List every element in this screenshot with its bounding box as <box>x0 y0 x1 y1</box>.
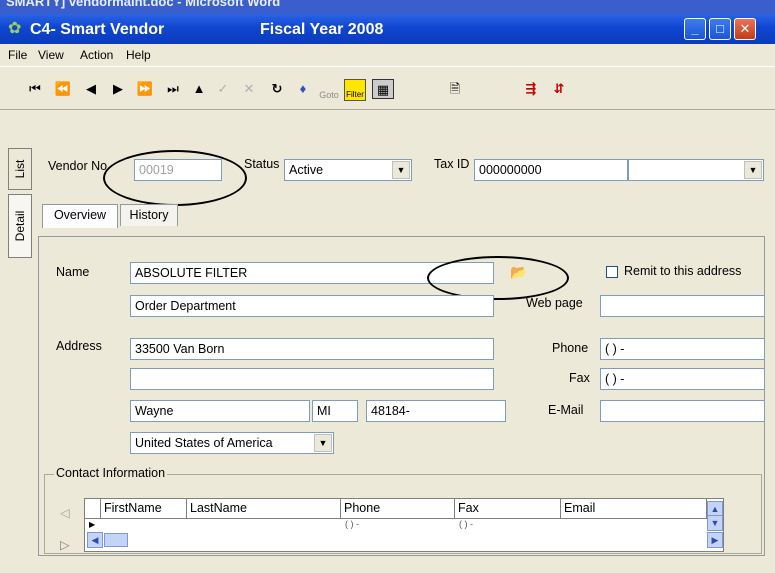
column-header-firstname[interactable]: FirstName <box>101 499 187 519</box>
email-field[interactable] <box>600 400 765 422</box>
cancel-icon[interactable]: ✕ <box>238 79 260 99</box>
up-icon[interactable]: ▲ <box>188 79 210 99</box>
scroll-left-icon[interactable]: ◀ <box>87 532 103 548</box>
maximize-button[interactable]: □ <box>709 18 731 40</box>
name2-field[interactable]: Order Department <box>130 295 494 317</box>
first-record-icon[interactable]: ⏮ <box>24 79 46 99</box>
tax-id-field[interactable]: 000000000 <box>474 159 628 181</box>
next-contact-icon[interactable]: ▷ <box>60 537 70 552</box>
row-fax-value: ( ) - <box>459 519 473 529</box>
scroll-right-icon[interactable]: ▶ <box>707 532 723 548</box>
next-record-icon[interactable]: ▶ <box>107 79 129 99</box>
city-field[interactable]: Wayne <box>130 400 310 422</box>
last-record-icon[interactable]: ⏭ <box>162 79 184 99</box>
column-header-phone[interactable]: Phone <box>341 499 455 519</box>
state-field[interactable]: MI <box>312 400 358 422</box>
word-title-text: SMARTY] vendormaint.doc - Microsoft Word <box>6 0 281 9</box>
horizontal-scroll-thumb[interactable] <box>104 533 128 547</box>
row-header-column <box>85 499 101 519</box>
delete-row-icon[interactable]: ⇵ <box>548 79 570 99</box>
country-value: United States of America <box>135 436 273 450</box>
app-title: C4- Smart Vendor <box>30 21 165 38</box>
menu-bar: File View Action Help <box>0 44 775 66</box>
tax-type-select[interactable]: ▼ <box>628 159 764 181</box>
status-value: Active <box>289 163 324 177</box>
web-page-field[interactable] <box>600 295 765 317</box>
fax-field[interactable]: ( ) - <box>600 368 765 390</box>
menu-action[interactable]: Action <box>80 48 113 62</box>
address1-field[interactable]: 33500 Van Born <box>130 338 494 360</box>
tax-id-label: Tax ID <box>434 157 470 171</box>
new-document-icon[interactable]: 🗎 <box>444 79 466 99</box>
title-bar[interactable]: ✿ C4- Smart Vendor Fiscal Year 2008 _ □ … <box>0 14 775 44</box>
tab-history[interactable]: History <box>120 204 178 226</box>
tab-detail-label: Detail <box>13 210 27 242</box>
close-button[interactable]: ✕ <box>734 18 756 40</box>
web-page-label: Web page <box>526 296 583 310</box>
row-pointer-icon: ▶ <box>89 520 96 529</box>
status-label: Status <box>244 157 280 171</box>
tab-overview[interactable]: Overview <box>42 204 118 228</box>
minimize-button[interactable]: _ <box>684 18 706 40</box>
menu-file[interactable]: File <box>8 48 27 62</box>
name-label: Name <box>56 265 90 279</box>
annotation-oval <box>427 256 569 300</box>
remit-checkbox[interactable] <box>606 266 618 278</box>
tab-list[interactable]: List <box>8 148 32 190</box>
column-header-email[interactable]: Email <box>561 499 707 519</box>
address2-field[interactable] <box>130 368 494 390</box>
chevron-down-icon[interactable]: ▼ <box>314 434 332 452</box>
goto-icon[interactable]: Goto <box>318 79 340 100</box>
country-select[interactable]: United States of America ▼ <box>130 432 334 454</box>
prev-page-icon[interactable]: ⏪ <box>52 79 74 99</box>
goto-label: Goto <box>319 90 339 100</box>
chevron-down-icon[interactable]: ▼ <box>392 161 410 179</box>
minimize-icon: _ <box>691 21 699 36</box>
chevron-down-icon[interactable]: ▼ <box>744 161 762 179</box>
annotation-oval <box>103 150 247 206</box>
contacts-grid[interactable]: FirstName LastName Phone Fax Email ▶ ( )… <box>84 498 724 552</box>
address-label: Address <box>56 339 102 353</box>
tab-detail[interactable]: Detail <box>8 194 32 258</box>
prev-contact-icon[interactable]: ◁ <box>60 505 70 520</box>
contact-legend: Contact Information <box>54 466 168 480</box>
email-label: E-Mail <box>548 403 584 417</box>
app-icon: ✿ <box>8 20 22 37</box>
column-header-fax[interactable]: Fax <box>455 499 561 519</box>
refresh-icon[interactable]: ↻ <box>266 79 288 99</box>
toolbar: ⏮ ⏪ ◀ ▶ ⏩ ⏭ ▲ ✓ ✕ ↻ ♦ Goto Filter ▦ 🗎 ⇶ … <box>0 66 775 110</box>
tab-list-label: List <box>13 159 27 179</box>
column-header-lastname[interactable]: LastName <box>187 499 341 519</box>
status-select[interactable]: Active ▼ <box>284 159 412 181</box>
zip-field[interactable]: 48184- <box>366 400 506 422</box>
save-icon[interactable]: ✓ <box>212 79 234 99</box>
menu-view[interactable]: View <box>38 48 64 62</box>
row-phone-value: ( ) - <box>345 519 359 529</box>
filter-icon[interactable]: Filter <box>344 79 366 101</box>
screen-icon[interactable]: ▦ <box>372 79 394 99</box>
maximize-icon: □ <box>716 21 724 36</box>
close-icon: ✕ <box>739 21 751 36</box>
insert-row-icon[interactable]: ⇶ <box>520 79 542 99</box>
scroll-down-icon[interactable]: ▼ <box>707 515 723 531</box>
tab-history-label: History <box>129 208 169 222</box>
phone-label: Phone <box>552 341 589 355</box>
prev-record-icon[interactable]: ◀ <box>80 79 102 99</box>
fiscal-year-title: Fiscal Year 2008 <box>260 21 384 38</box>
fax-label: Fax <box>569 371 590 385</box>
word-title-bar: SMARTY] vendormaint.doc - Microsoft Word <box>0 0 775 14</box>
remit-label: Remit to this address <box>624 264 742 278</box>
next-page-icon[interactable]: ⏩ <box>134 79 156 99</box>
menu-help[interactable]: Help <box>126 48 151 62</box>
phone-field[interactable]: ( ) - <box>600 338 765 360</box>
vendor-no-label: Vendor No <box>48 159 108 173</box>
tag-icon[interactable]: ♦ <box>292 79 314 99</box>
filter-label: Filter <box>346 90 364 99</box>
tab-overview-label: Overview <box>53 208 107 222</box>
